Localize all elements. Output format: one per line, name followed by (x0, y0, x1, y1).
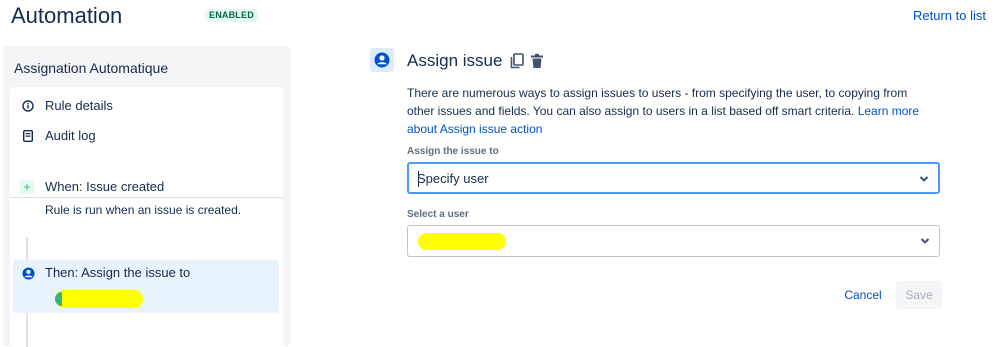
description-text: There are numerous ways to assign issues… (407, 86, 908, 118)
sidebar-item-audit-log[interactable]: Audit log (22, 128, 96, 143)
assign-to-select[interactable]: Specify user (407, 162, 940, 194)
avatar (55, 292, 62, 306)
return-to-list-link[interactable]: Return to list (913, 8, 986, 23)
rule-sidebar: Assignation Automatique Rule details Aud… (3, 46, 291, 347)
sidebar-item-rule-details[interactable]: Rule details (22, 98, 113, 113)
assign-to-value: Specify user (417, 171, 489, 186)
user-circle-icon (22, 267, 35, 280)
assign-user-icon (370, 48, 394, 72)
cancel-button[interactable]: Cancel (838, 283, 888, 307)
status-badge: ENABLED (205, 9, 258, 22)
plus-icon: + (20, 180, 34, 194)
info-icon (22, 99, 34, 112)
save-button[interactable]: Save (896, 281, 942, 309)
sidebar-card: Rule details Audit log + When: Issue cre… (10, 87, 283, 347)
sidebar-item-label: Rule details (45, 98, 113, 113)
select-user-select[interactable] (407, 225, 940, 257)
sidebar-item-label: Audit log (45, 128, 96, 143)
trigger-description: Rule is run when an issue is created. (45, 203, 242, 217)
assign-to-label: Assign the issue to (407, 146, 499, 157)
trash-icon[interactable] (530, 53, 544, 69)
panel-description: There are numerous ways to assign issues… (407, 84, 937, 138)
chevron-down-icon (920, 238, 930, 244)
selected-action-item[interactable]: Then: Assign the issue to (13, 260, 279, 313)
redacted-user-name (55, 290, 143, 308)
chevron-down-icon (919, 176, 929, 182)
action-title: Then: Assign the issue to (45, 265, 191, 280)
page-title: Automation (11, 3, 123, 28)
document-icon (22, 129, 34, 142)
divider (10, 197, 283, 198)
select-user-label: Select a user (407, 209, 469, 220)
panel-title: Assign issue (407, 51, 503, 70)
rule-name: Assignation Automatique (14, 60, 169, 76)
copy-icon[interactable] (510, 53, 524, 69)
redacted-user-name (418, 233, 506, 250)
trigger-title[interactable]: When: Issue created (45, 179, 164, 194)
